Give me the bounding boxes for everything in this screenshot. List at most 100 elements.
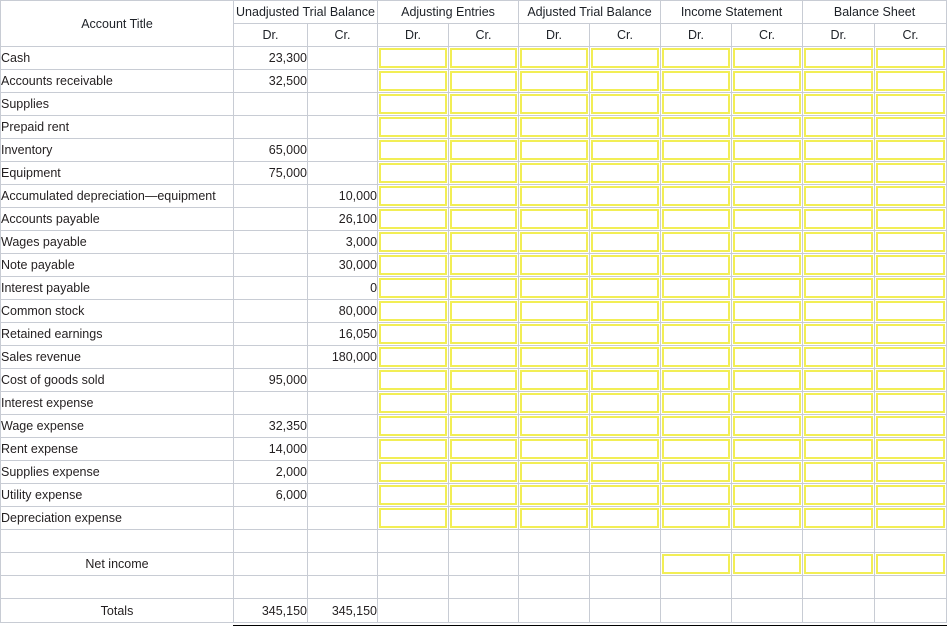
input-box[interactable]	[450, 416, 518, 436]
input-box[interactable]	[379, 209, 448, 229]
input-bs-cr[interactable]	[874, 138, 948, 162]
input-box[interactable]	[520, 324, 589, 344]
input-box[interactable]	[520, 163, 589, 183]
input-is-dr[interactable]	[660, 230, 733, 254]
input-adj-cr[interactable]	[448, 460, 520, 484]
input-box[interactable]	[379, 117, 448, 137]
input-box[interactable]	[379, 71, 448, 91]
input-is-cr[interactable]	[731, 207, 804, 231]
input-box[interactable]	[804, 209, 874, 229]
input-adj-cr[interactable]	[448, 92, 520, 116]
input-box[interactable]	[662, 301, 731, 321]
input-box[interactable]	[662, 117, 731, 137]
input-box[interactable]	[450, 94, 518, 114]
input-adj-dr[interactable]	[377, 460, 450, 484]
input-bs-cr[interactable]	[874, 184, 948, 208]
input-box[interactable]	[662, 554, 731, 574]
input-box[interactable]	[876, 163, 946, 183]
input-atb-dr[interactable]	[518, 184, 591, 208]
input-adj-dr[interactable]	[377, 69, 450, 93]
input-is-cr[interactable]	[731, 230, 804, 254]
input-box[interactable]	[379, 324, 448, 344]
input-box[interactable]	[520, 186, 589, 206]
input-is-dr[interactable]	[660, 184, 733, 208]
input-bs-cr[interactable]	[874, 230, 948, 254]
input-atb-cr[interactable]	[589, 322, 662, 346]
input-box[interactable]	[876, 209, 946, 229]
input-box[interactable]	[379, 48, 448, 68]
input-box[interactable]	[450, 186, 518, 206]
input-box[interactable]	[804, 485, 874, 505]
input-box[interactable]	[662, 94, 731, 114]
input-bs-cr[interactable]	[874, 92, 948, 116]
input-is-cr[interactable]	[731, 322, 804, 346]
input-bs-dr[interactable]	[802, 184, 876, 208]
input-box[interactable]	[733, 117, 802, 137]
input-box[interactable]	[379, 94, 448, 114]
input-adj-dr[interactable]	[377, 46, 450, 70]
input-atb-dr[interactable]	[518, 437, 591, 461]
input-box[interactable]	[591, 140, 660, 160]
input-atb-dr[interactable]	[518, 69, 591, 93]
input-box[interactable]	[520, 508, 589, 528]
input-is-cr[interactable]	[731, 138, 804, 162]
input-box[interactable]	[804, 163, 874, 183]
input-box[interactable]	[876, 439, 946, 459]
input-box[interactable]	[662, 370, 731, 390]
input-box[interactable]	[450, 347, 518, 367]
input-bs-dr[interactable]	[802, 345, 876, 369]
input-box[interactable]	[379, 163, 448, 183]
input-atb-cr[interactable]	[589, 299, 662, 323]
input-box[interactable]	[591, 370, 660, 390]
input-bs-dr[interactable]	[802, 483, 876, 507]
input-adj-cr[interactable]	[448, 161, 520, 185]
input-box[interactable]	[876, 278, 946, 298]
input-is-cr[interactable]	[731, 253, 804, 277]
input-box[interactable]	[876, 554, 946, 574]
input-box[interactable]	[520, 416, 589, 436]
input-box[interactable]	[733, 209, 802, 229]
input-box[interactable]	[733, 485, 802, 505]
input-box[interactable]	[876, 393, 946, 413]
input-box[interactable]	[450, 370, 518, 390]
input-box[interactable]	[662, 140, 731, 160]
input-is-cr[interactable]	[731, 161, 804, 185]
input-box[interactable]	[379, 347, 448, 367]
input-atb-dr[interactable]	[518, 253, 591, 277]
input-box[interactable]	[733, 554, 802, 574]
input-box[interactable]	[520, 48, 589, 68]
input-atb-dr[interactable]	[518, 299, 591, 323]
input-box[interactable]	[733, 370, 802, 390]
input-adj-dr[interactable]	[377, 506, 450, 530]
input-bs-cr[interactable]	[874, 322, 948, 346]
input-box[interactable]	[804, 370, 874, 390]
input-box[interactable]	[733, 508, 802, 528]
input-is-dr[interactable]	[660, 506, 733, 530]
input-box[interactable]	[591, 324, 660, 344]
input-box[interactable]	[733, 94, 802, 114]
input-box[interactable]	[591, 508, 660, 528]
input-atb-dr[interactable]	[518, 92, 591, 116]
input-bs-dr[interactable]	[802, 138, 876, 162]
input-box[interactable]	[804, 554, 874, 574]
input-adj-cr[interactable]	[448, 207, 520, 231]
input-box[interactable]	[662, 508, 731, 528]
input-box[interactable]	[379, 255, 448, 275]
input-box[interactable]	[876, 117, 946, 137]
input-adj-dr[interactable]	[377, 299, 450, 323]
input-adj-dr[interactable]	[377, 138, 450, 162]
input-box[interactable]	[520, 232, 589, 252]
input-adj-dr[interactable]	[377, 414, 450, 438]
input-box[interactable]	[733, 324, 802, 344]
input-box[interactable]	[876, 140, 946, 160]
input-box[interactable]	[876, 301, 946, 321]
input-box[interactable]	[733, 232, 802, 252]
input-box[interactable]	[876, 370, 946, 390]
input-bs-cr[interactable]	[874, 414, 948, 438]
input-is-dr[interactable]	[660, 391, 733, 415]
input-bs-dr[interactable]	[802, 115, 876, 139]
input-box[interactable]	[804, 140, 874, 160]
input-box[interactable]	[520, 278, 589, 298]
input-box[interactable]	[379, 140, 448, 160]
input-box[interactable]	[733, 163, 802, 183]
